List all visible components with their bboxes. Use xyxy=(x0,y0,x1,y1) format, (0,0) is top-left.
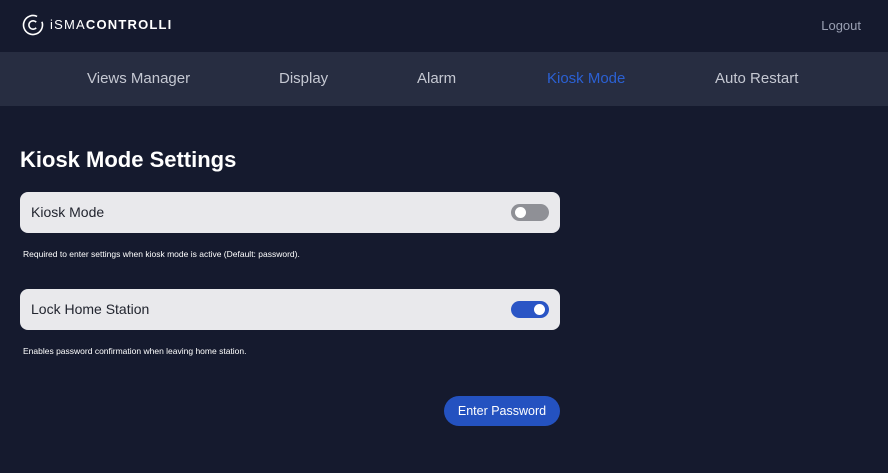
enter-password-button[interactable]: Enter Password xyxy=(444,396,560,426)
lock-home-station-help-text: Enables password confirmation when leavi… xyxy=(23,346,247,356)
logo-text-part2: CONTROLLI xyxy=(85,17,173,32)
kiosk-mode-setting: Kiosk Mode xyxy=(20,192,560,233)
kiosk-mode-help-text: Required to enter settings when kiosk mo… xyxy=(23,249,300,259)
tab-kiosk-mode[interactable]: Kiosk Mode xyxy=(547,52,625,106)
toggle-knob xyxy=(534,304,545,315)
settings-nav: Views Manager Display Alarm Kiosk Mode A… xyxy=(0,52,888,106)
page-title: Kiosk Mode Settings xyxy=(20,147,237,172)
tab-views-manager[interactable]: Views Manager xyxy=(87,52,190,106)
lock-home-station-setting: Lock Home Station xyxy=(20,289,560,330)
logo-icon xyxy=(22,14,44,36)
logo-text-part1: iSMA xyxy=(50,17,86,32)
tab-auto-restart[interactable]: Auto Restart xyxy=(715,52,798,106)
toggle-knob xyxy=(515,207,526,218)
kiosk-mode-toggle[interactable] xyxy=(511,204,549,221)
top-bar: iSMACONTROLLI Logout xyxy=(0,0,888,52)
lock-home-station-toggle[interactable] xyxy=(511,301,549,318)
tab-alarm[interactable]: Alarm xyxy=(417,52,456,106)
logout-link[interactable]: Logout xyxy=(821,18,861,33)
kiosk-mode-label: Kiosk Mode xyxy=(31,204,105,220)
brand-logo: iSMACONTROLLI xyxy=(22,14,172,36)
logo-text: iSMACONTROLLI xyxy=(50,14,172,36)
lock-home-station-label: Lock Home Station xyxy=(31,301,150,317)
tab-display[interactable]: Display xyxy=(279,52,328,106)
